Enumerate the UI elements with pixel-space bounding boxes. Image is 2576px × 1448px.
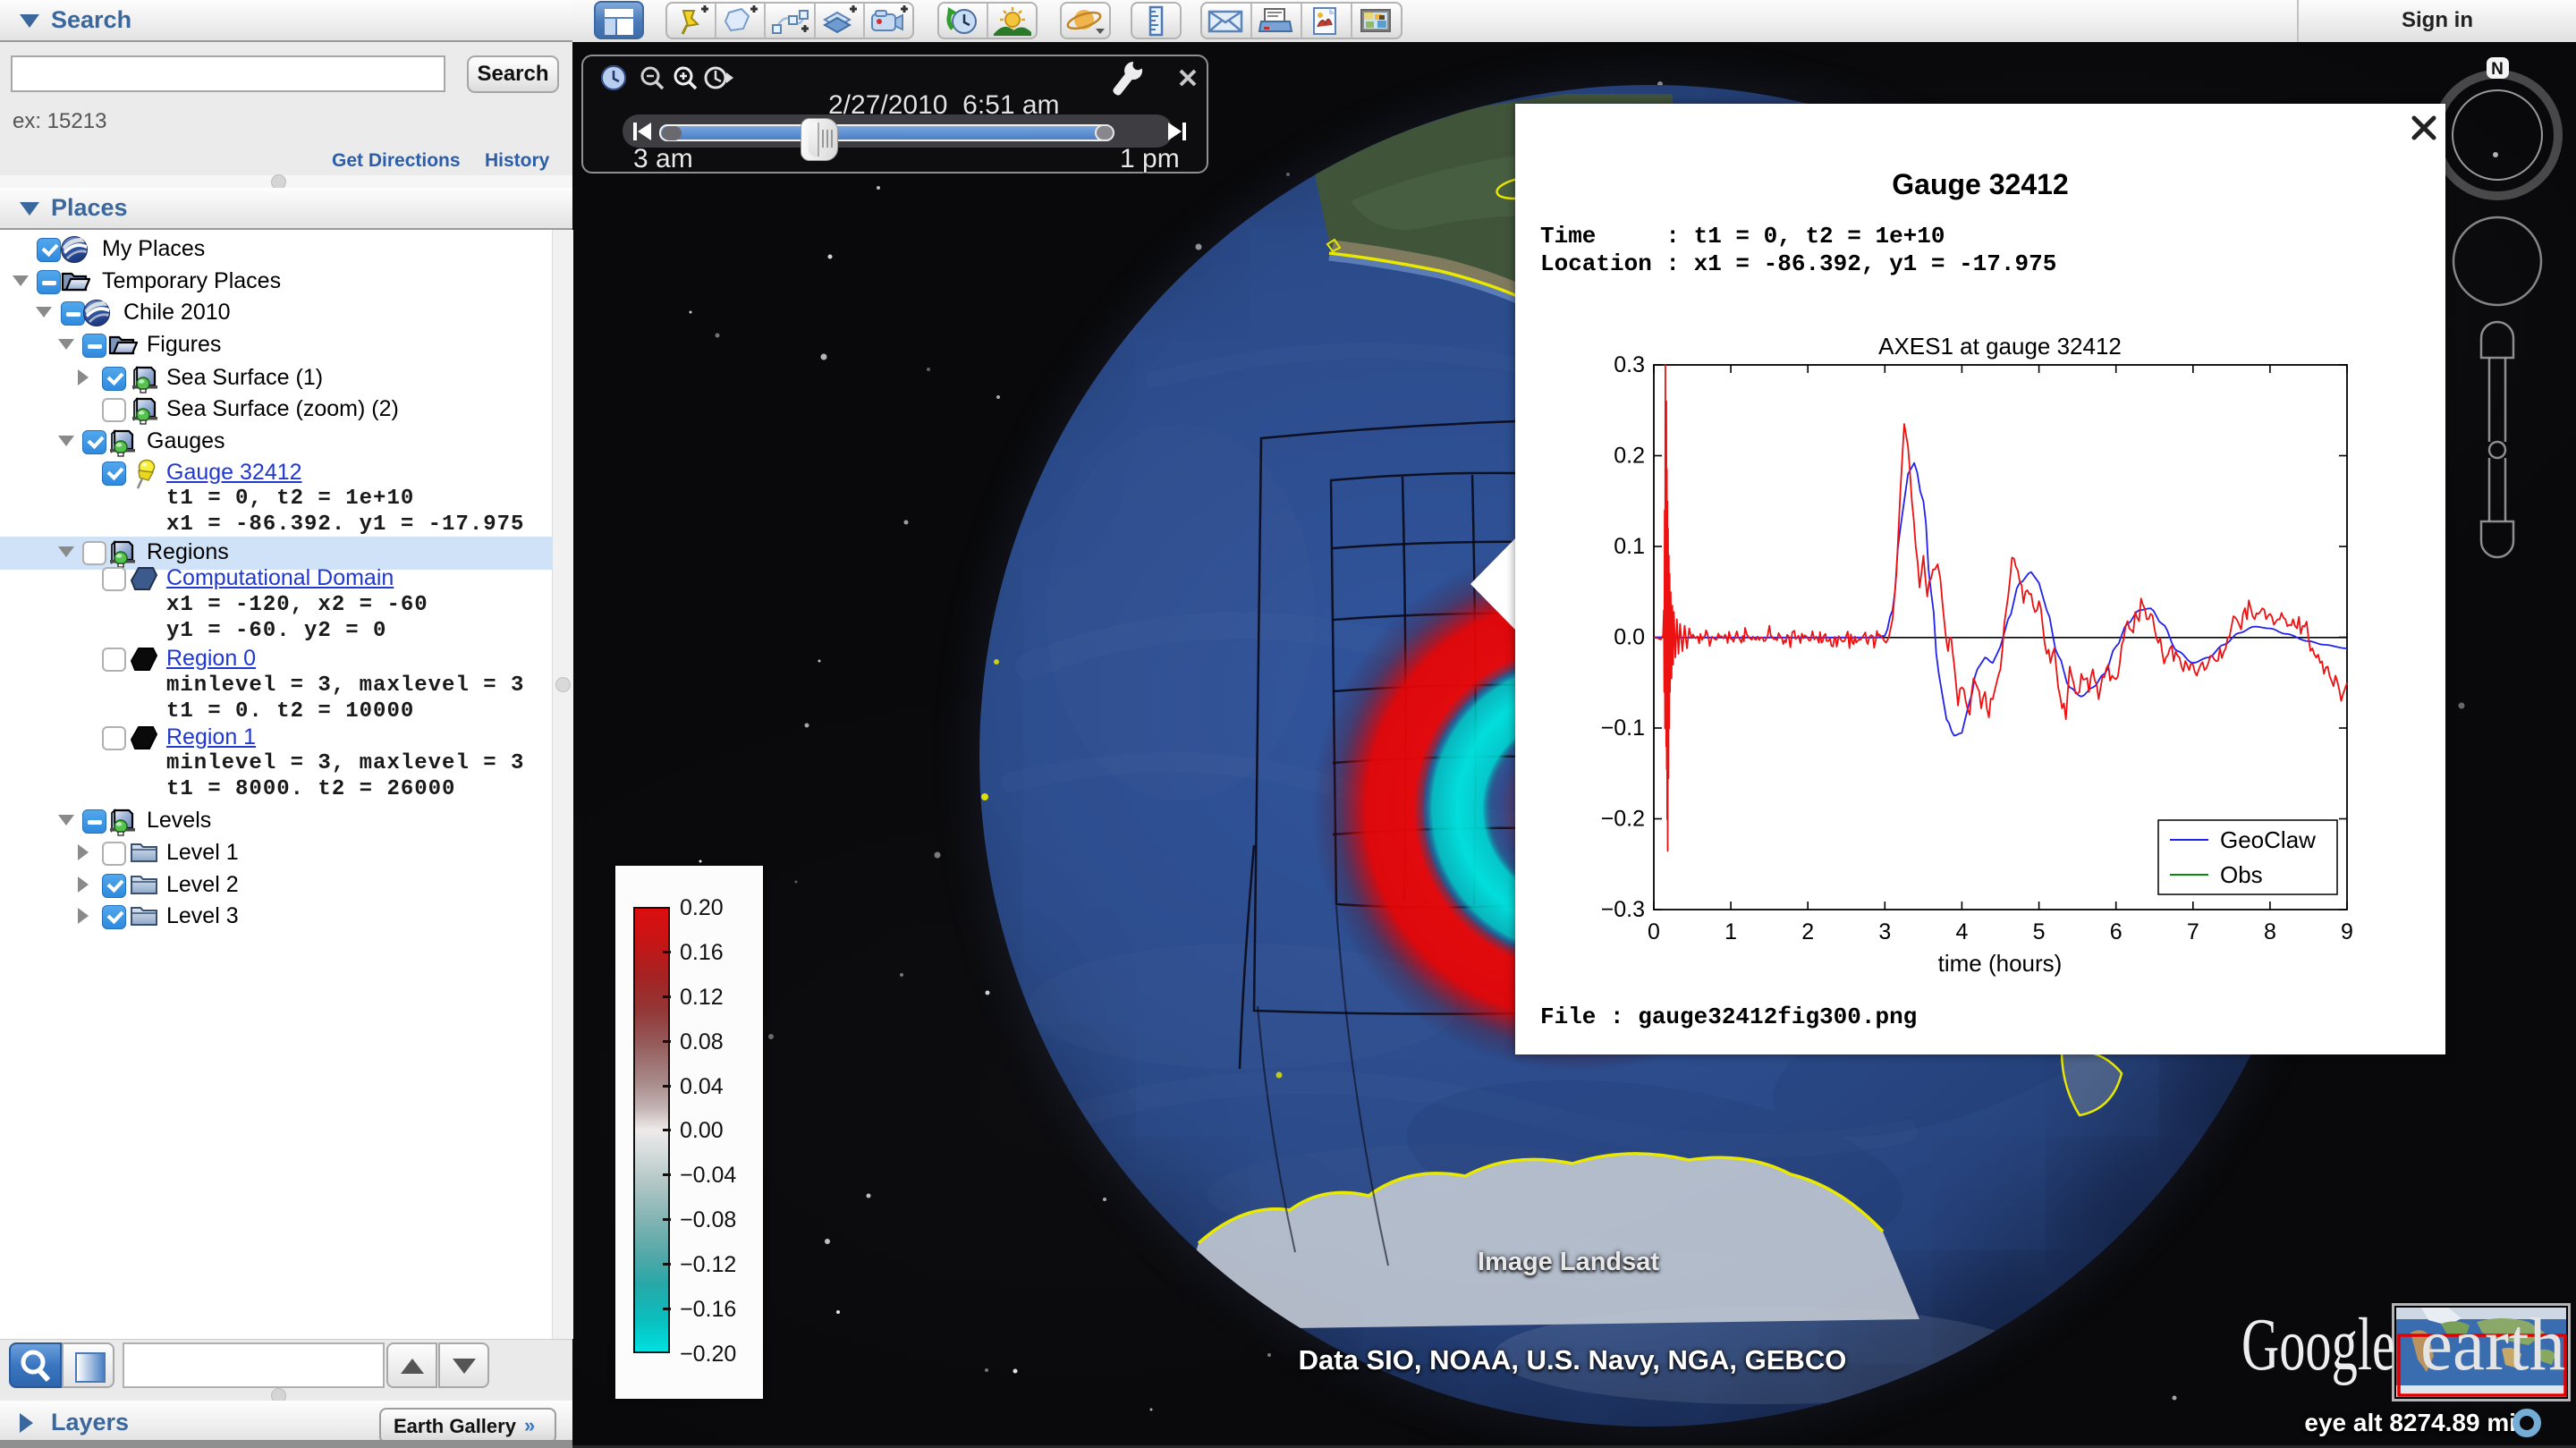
svg-text:4: 4	[1955, 919, 1968, 944]
svg-text:earth: earth	[2420, 1307, 2565, 1386]
svg-text:0.1: 0.1	[1614, 534, 1645, 559]
svg-text:Obs: Obs	[2220, 861, 2263, 888]
svg-text:0.0: 0.0	[1614, 625, 1645, 650]
svg-text:0.3: 0.3	[1614, 352, 1645, 377]
svg-text:3: 3	[1878, 919, 1891, 944]
svg-text:0: 0	[1648, 919, 1660, 944]
svg-text:−0.3: −0.3	[1601, 897, 1645, 922]
svg-text:−0.1: −0.1	[1601, 716, 1645, 741]
svg-text:GeoClaw: GeoClaw	[2220, 826, 2316, 853]
svg-text:−0.2: −0.2	[1601, 807, 1645, 832]
svg-text:9: 9	[2341, 919, 2353, 944]
svg-text:8: 8	[2264, 919, 2276, 944]
svg-text:AXES1 at gauge 32412: AXES1 at gauge 32412	[1878, 333, 2122, 360]
svg-text:1: 1	[1724, 919, 1737, 944]
svg-text:0.2: 0.2	[1614, 444, 1645, 469]
svg-text:N: N	[2491, 60, 2504, 79]
svg-text:2: 2	[1801, 919, 1814, 944]
svg-text:7: 7	[2187, 919, 2199, 944]
svg-text:Google: Google	[2241, 1307, 2395, 1386]
svg-text:6: 6	[2110, 919, 2123, 944]
svg-text:time (hours): time (hours)	[1938, 950, 2063, 977]
svg-text:5: 5	[2033, 919, 2046, 944]
